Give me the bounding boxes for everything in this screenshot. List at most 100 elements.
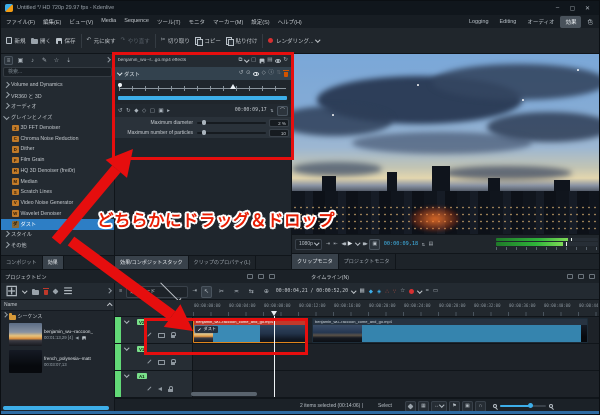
chevron-right-icon[interactable] (3, 242, 9, 248)
keyframe-blue-icon[interactable]: ◆ (369, 289, 373, 295)
effect-category[interactable]: グレインとノイズ (1, 112, 114, 123)
add-clip-icon[interactable]: ⊞ (5, 284, 18, 300)
bin-clip-row[interactable]: french_polynesia--matt 00:03:07,13 (1, 348, 114, 375)
effect-category[interactable]: Volume and Dynamics (1, 80, 114, 91)
audio-mixer-icon[interactable]: = (426, 289, 429, 295)
zone-in-icon[interactable]: ⇥ (326, 242, 330, 247)
paste-button[interactable]: 貼り付け (226, 37, 258, 45)
zoom-out-icon[interactable] (493, 404, 497, 408)
collapse-track-icon[interactable] (124, 318, 129, 323)
bin-folder-row[interactable]: シーケンス (1, 311, 114, 321)
timeline-horizontal-scrollbar[interactable] (191, 392, 257, 396)
marker-red-icon[interactable]: ∵ (393, 289, 397, 295)
timeline-menu-icon[interactable]: ≡ (119, 289, 122, 295)
razor-tool-icon[interactable]: ✂ (216, 286, 227, 298)
timecode-spinner[interactable]: ⇅ (422, 242, 425, 247)
tab-effects[interactable]: 効果 (43, 256, 64, 269)
delete-clip-icon[interactable] (44, 290, 49, 295)
timeline-zoom-slider[interactable] (500, 405, 546, 407)
favorite-effects-icon[interactable]: ☆ (52, 56, 61, 65)
workspace-tab[interactable]: 効果 (560, 16, 581, 28)
rewind-icon[interactable]: ◀◀ (341, 242, 344, 247)
tab-compositions[interactable]: コンポジット (1, 256, 43, 269)
expand-folder-icon[interactable] (2, 313, 7, 318)
dock-undock-icon[interactable] (247, 274, 253, 279)
effect-item[interactable]: FFilm Grain (1, 155, 114, 166)
menu-item[interactable]: 編集(E) (43, 18, 61, 26)
menu-item[interactable]: Media (101, 18, 116, 26)
collapse-track-icon[interactable] (124, 372, 129, 377)
menu-item[interactable]: マーカー(M) (213, 18, 243, 26)
menu-item[interactable]: ヘルプ(H) (278, 18, 302, 26)
effect-item[interactable]: MMedian (1, 176, 114, 187)
timeline-timecode[interactable]: 00:00:04,21 / 00:00:52,20 (276, 289, 348, 294)
dock-close-icon[interactable] (589, 274, 595, 279)
edit-track-icon[interactable] (147, 387, 152, 392)
audio-track-icon[interactable] (158, 387, 162, 391)
bin-clip-row[interactable]: benjamin_wu--raccoon_ 00:01:13,29 [4] (1, 321, 114, 348)
resolution-dropdown[interactable]: 1080p (295, 239, 322, 250)
zone-mode-icon[interactable]: ▣ (369, 239, 380, 250)
chevron-down-icon[interactable] (417, 288, 422, 293)
chevron-right-icon[interactable] (105, 57, 110, 62)
add-clip-chevron-icon[interactable] (23, 288, 28, 293)
copy-button[interactable]: コピー (195, 37, 221, 45)
track-active-strip[interactable] (115, 371, 121, 397)
keyframe-blue-icon[interactable]: ◈ (377, 289, 381, 295)
tab-clip-monitor[interactable]: クリップモニタ (292, 254, 339, 269)
menu-item[interactable]: Sequence (124, 18, 149, 26)
open-folder-button[interactable]: 開く (31, 37, 52, 45)
effect-item[interactable]: HHQ 3D Denoiser (frei0r) (1, 166, 114, 177)
save-button[interactable]: 保存 (56, 37, 76, 45)
workspace-tab[interactable]: 色 (582, 16, 598, 28)
effect-category[interactable]: その他 (1, 240, 114, 251)
edit-track-icon[interactable] (147, 360, 152, 365)
record-icon[interactable] (409, 289, 414, 294)
menu-item[interactable]: ファイル(F) (6, 18, 35, 26)
tab-project-monitor[interactable]: プロジェクトモニタ (339, 254, 396, 269)
workspace-tab[interactable]: Logging (464, 17, 494, 27)
custom-effects-icon[interactable]: ✎ (40, 56, 49, 65)
dock-float-icon[interactable] (578, 274, 584, 279)
track-target-icon[interactable]: ⇥ (192, 289, 197, 295)
menu-item[interactable]: ビュー(V) (69, 18, 93, 26)
chevron-right-icon[interactable] (3, 103, 9, 109)
effect-category[interactable]: オーディオ (1, 101, 114, 112)
monitor-video[interactable] (292, 54, 600, 234)
zone-out-icon[interactable]: ⇤ (334, 242, 338, 247)
lock-track-icon[interactable] (168, 389, 173, 393)
tab-clip-properties[interactable]: クリップのプロパティ(L) (189, 256, 257, 269)
undo-button[interactable]: ↶元に戻す (87, 37, 116, 45)
effects-list-view-icon[interactable]: ≡ (4, 56, 13, 65)
new-document-button[interactable]: 新規 (6, 37, 26, 45)
dock-float-icon[interactable] (258, 274, 264, 279)
multicam-tool-icon[interactable]: ⊕ (261, 286, 272, 298)
workspace-tab[interactable]: Editing (495, 17, 522, 27)
tab-effect-stack[interactable]: 効果/コンポジットスタック (115, 256, 189, 269)
dock-close-icon[interactable] (269, 274, 275, 279)
menu-item[interactable]: 設定(S) (251, 18, 269, 26)
effect-category[interactable]: VR360 と 3D (1, 91, 114, 102)
collapse-track-icon[interactable] (124, 345, 129, 350)
fast-forward-icon[interactable]: ▶▶ (363, 242, 366, 247)
download-effects-icon[interactable]: ⇣ (64, 56, 73, 65)
timeline-clip[interactable]: benjamin_wu--raccoon_come_and_go.mp4 (312, 318, 588, 343)
chevron-down-icon[interactable] (3, 113, 9, 119)
snap-toggle-button[interactable]: ↔ (431, 401, 447, 412)
track-active-strip[interactable] (115, 344, 121, 370)
show-thumbnails-icon[interactable]: ▭ (433, 289, 438, 295)
timeline-ruler[interactable]: 00:00:00:0000:00:04:0000:00:08:0000:00:1… (115, 300, 599, 317)
chevron-right-icon[interactable] (106, 288, 111, 293)
menu-item[interactable]: モニタ (189, 18, 206, 26)
effect-item[interactable]: CChroma Noise Reduction (1, 133, 114, 144)
effect-item[interactable]: SScratch Lines (1, 187, 114, 198)
render-button[interactable]: レンダリング... (268, 37, 319, 45)
thumbnails-toggle-button[interactable]: ▦ (418, 401, 429, 412)
lock-track-icon[interactable] (171, 362, 176, 366)
chevron-down-icon[interactable] (351, 288, 356, 293)
workspace-tab[interactable]: オーディオ (522, 16, 559, 28)
chevron-right-icon[interactable] (3, 81, 9, 87)
bin-horizontal-scrollbar[interactable] (3, 406, 109, 410)
play-icon[interactable]: ▶ (348, 241, 353, 247)
favorite-star-icon[interactable]: ☆ (400, 289, 405, 295)
